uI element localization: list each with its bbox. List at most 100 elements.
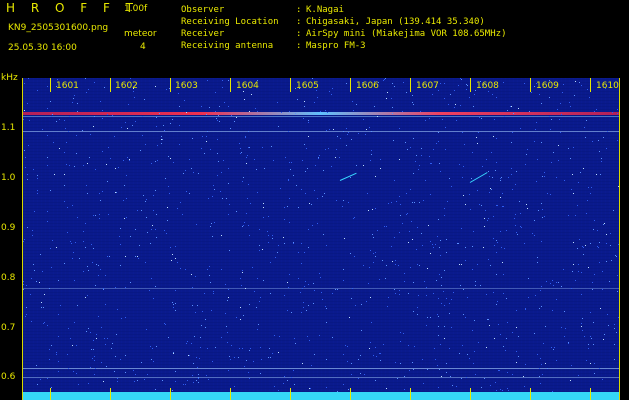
- noise-speck: [228, 106, 229, 107]
- noise-speck: [332, 88, 333, 89]
- noise-speck: [444, 270, 445, 271]
- noise-speck: [225, 313, 226, 314]
- noise-speck: [68, 131, 69, 132]
- noise-speck: [30, 294, 31, 295]
- noise-speck: [445, 149, 446, 150]
- noise-speck: [607, 314, 608, 315]
- noise-speck: [189, 193, 190, 194]
- noise-speck: [256, 307, 257, 308]
- noise-speck: [284, 295, 285, 296]
- noise-speck: [393, 140, 394, 141]
- noise-speck: [413, 311, 414, 312]
- noise-speck: [481, 118, 482, 119]
- x-tick-mark: [110, 388, 111, 400]
- noise-speck: [502, 206, 503, 207]
- noise-speck: [436, 280, 437, 281]
- noise-speck: [295, 113, 296, 114]
- noise-speck: [40, 379, 41, 380]
- noise-speck: [256, 169, 257, 170]
- noise-speck: [542, 374, 543, 375]
- noise-speck: [473, 363, 474, 364]
- noise-speck: [505, 350, 506, 351]
- noise-speck: [541, 306, 542, 307]
- noise-speck: [417, 264, 418, 265]
- noise-speck: [358, 378, 359, 379]
- noise-speck: [87, 295, 88, 296]
- noise-speck: [290, 169, 291, 170]
- noise-speck: [488, 91, 489, 92]
- noise-speck: [306, 310, 307, 311]
- x-tick-mark: [590, 78, 591, 92]
- noise-speck: [597, 246, 598, 247]
- noise-speck: [74, 95, 75, 96]
- noise-speck: [311, 204, 312, 205]
- noise-speck: [78, 384, 79, 385]
- x-tick-mark: [290, 388, 291, 400]
- noise-speck: [372, 234, 373, 235]
- noise-speck: [335, 157, 336, 158]
- noise-speck: [91, 349, 92, 350]
- noise-speck: [493, 216, 494, 217]
- noise-speck: [263, 217, 264, 218]
- noise-speck: [201, 106, 202, 107]
- noise-speck: [321, 292, 322, 293]
- noise-speck: [540, 290, 541, 291]
- noise-speck: [459, 164, 460, 165]
- noise-speck: [578, 182, 579, 183]
- noise-speck: [67, 354, 68, 355]
- noise-speck: [246, 360, 247, 361]
- noise-speck: [323, 170, 324, 171]
- noise-speck: [431, 163, 432, 164]
- noise-speck: [64, 174, 65, 175]
- noise-speck: [351, 374, 352, 375]
- noise-speck: [212, 236, 213, 237]
- noise-speck: [524, 83, 525, 84]
- noise-speck: [308, 229, 309, 230]
- noise-speck: [86, 185, 87, 186]
- noise-speck: [575, 81, 576, 82]
- noise-speck: [134, 97, 135, 98]
- noise-speck: [179, 125, 180, 126]
- noise-speck: [463, 314, 464, 315]
- antenna-colon: :: [296, 41, 302, 51]
- noise-speck: [314, 190, 315, 191]
- noise-speck: [26, 307, 27, 308]
- noise-speck: [430, 317, 431, 318]
- noise-speck: [303, 118, 304, 119]
- noise-speck: [365, 134, 366, 135]
- noise-speck: [582, 318, 583, 319]
- noise-speck: [399, 294, 400, 295]
- noise-speck: [317, 97, 318, 98]
- noise-speck: [308, 284, 309, 285]
- noise-speck: [191, 343, 192, 344]
- noise-speck: [375, 252, 376, 253]
- noise-speck: [494, 119, 495, 120]
- noise-speck: [43, 323, 44, 324]
- noise-speck: [449, 313, 450, 314]
- noise-speck: [416, 155, 417, 156]
- noise-speck: [395, 264, 396, 265]
- x-tick-mark: [410, 388, 411, 400]
- noise-speck: [513, 113, 514, 114]
- noise-speck: [289, 111, 290, 112]
- noise-speck: [574, 95, 575, 96]
- noise-speck: [180, 268, 181, 269]
- noise-speck: [375, 208, 376, 209]
- noise-speck: [150, 243, 151, 244]
- noise-speck: [257, 111, 258, 112]
- noise-speck: [28, 78, 29, 79]
- noise-speck: [259, 245, 260, 246]
- noise-speck: [460, 285, 461, 286]
- noise-speck: [363, 165, 364, 166]
- noise-speck: [222, 80, 223, 81]
- y-tick-label: 1.1: [1, 123, 16, 133]
- noise-speck: [264, 168, 265, 169]
- noise-speck: [342, 206, 343, 207]
- noise-speck: [206, 114, 207, 115]
- noise-speck: [314, 290, 315, 291]
- noise-speck: [331, 94, 332, 95]
- noise-speck: [506, 230, 507, 231]
- noise-speck: [242, 181, 243, 182]
- noise-speck: [435, 244, 436, 245]
- noise-speck: [240, 307, 241, 308]
